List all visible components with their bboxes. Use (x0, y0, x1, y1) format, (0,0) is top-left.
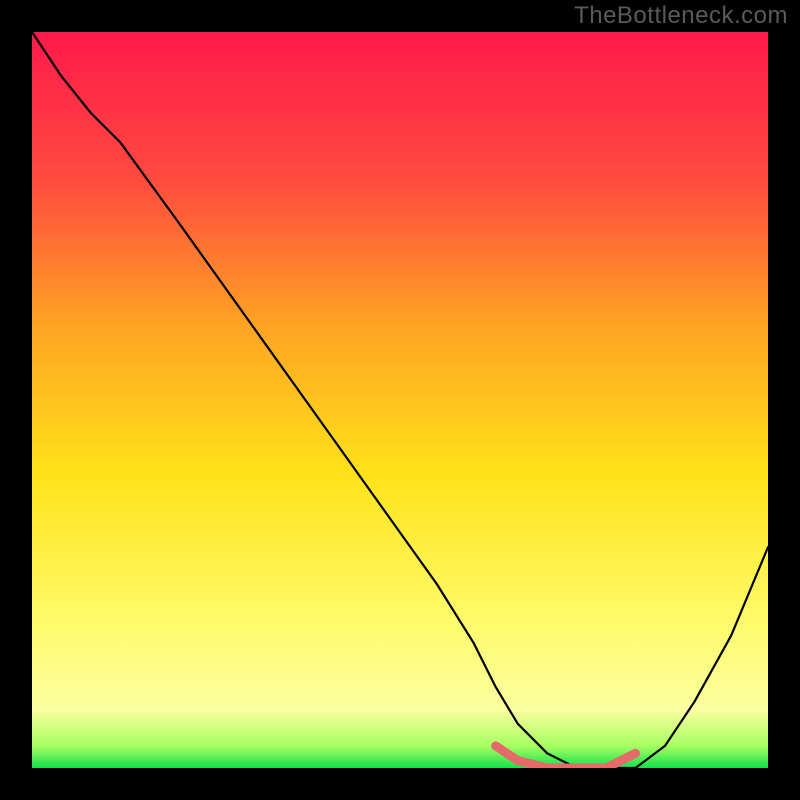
gradient-background (32, 32, 768, 768)
watermark-label: TheBottleneck.com (574, 2, 788, 30)
chart-frame: TheBottleneck.com (0, 0, 800, 800)
plot-area (32, 32, 768, 768)
chart-svg (32, 32, 768, 768)
